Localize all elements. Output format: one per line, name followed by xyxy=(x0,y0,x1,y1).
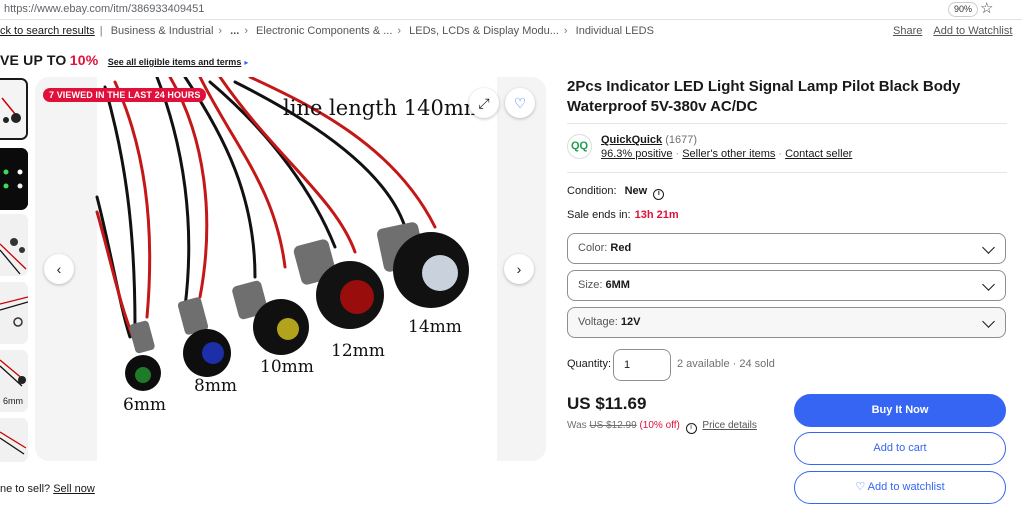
quantity-input[interactable]: 1 xyxy=(613,349,671,381)
voltage-select[interactable]: Voltage: 12V xyxy=(567,307,1006,338)
thumbnail-6[interactable] xyxy=(0,418,28,462)
chevron-left-icon[interactable]: ‹ xyxy=(44,254,74,284)
url-text[interactable]: https://www.ebay.com/itm/386933409451 xyxy=(4,3,204,15)
select-label: Size: xyxy=(578,279,603,291)
discount: (10% off) xyxy=(639,420,680,431)
select-label: Voltage: xyxy=(578,316,618,328)
chevron-down-icon xyxy=(982,278,995,291)
chevron-right-icon: › xyxy=(244,25,248,37)
product-title: 2Pcs Indicator LED Light Signal Lamp Pil… xyxy=(567,78,961,115)
heart-icon[interactable]: ♡ xyxy=(505,88,535,118)
seller-info: QuickQuick (1677) xyxy=(601,134,697,146)
chevron-right-icon: › xyxy=(397,25,402,37)
condition-label: Condition: xyxy=(567,185,617,197)
condition-row: Condition: New i xyxy=(567,185,665,200)
was-price-row: Was US $12.99 (10% off) i Price details xyxy=(567,420,757,434)
sold-count: 24 sold xyxy=(739,358,775,370)
size-select[interactable]: Size: 6MM xyxy=(567,270,1006,301)
breadcrumb-item[interactable]: Individual LEDS xyxy=(576,25,654,37)
seller-name-link[interactable]: QuickQuick xyxy=(601,134,662,146)
sale-label: Sale ends in: xyxy=(567,209,631,221)
breadcrumb-item[interactable]: Business & Industrial xyxy=(111,25,214,37)
sell-now-link[interactable]: Sell now xyxy=(53,483,95,495)
divider xyxy=(567,123,1007,124)
star-icon[interactable]: ☆ xyxy=(980,0,993,18)
breadcrumb-ellipsis[interactable]: ... xyxy=(230,25,239,37)
size-label-10mm: 10mm xyxy=(260,357,314,377)
thumbnail-5[interactable]: 6mm xyxy=(0,350,28,412)
voltage-select-label: Voltage: 12V xyxy=(578,316,640,328)
color-select-label: Color: Red xyxy=(578,242,631,254)
chevron-down-icon xyxy=(982,315,995,328)
zoom-badge[interactable]: 90% xyxy=(948,2,979,17)
thumbnail-3[interactable] xyxy=(0,214,28,276)
seller-positive-link[interactable]: 96.3% positive xyxy=(601,148,673,160)
was-label: Was xyxy=(567,420,587,431)
sell-prompt-text: ne to sell? xyxy=(0,483,51,495)
breadcrumb-item[interactable]: Electronic Components & ... xyxy=(256,25,392,37)
promo-terms-link[interactable]: See all eligible items and terms xyxy=(108,57,242,67)
size-label-6mm: 6mm xyxy=(123,395,167,415)
seller-other-items-link[interactable]: Seller's other items xyxy=(682,148,775,160)
availability-text: 2 available · 24 sold xyxy=(677,358,775,370)
add-to-watchlist-link[interactable]: Add to Watchlist xyxy=(933,25,1012,37)
info-icon[interactable]: i xyxy=(685,423,697,434)
chevron-right-icon: › xyxy=(563,25,568,37)
chevron-right-icon: › xyxy=(218,25,223,37)
viewed-badge: 7 VIEWED IN THE LAST 24 HOURS xyxy=(43,88,207,102)
size-label-8mm: 8mm xyxy=(194,376,238,396)
chevron-down-icon xyxy=(982,241,995,254)
product-photo xyxy=(95,77,497,461)
thumbnail-label: 6mm xyxy=(3,396,23,406)
divider xyxy=(567,172,1007,173)
quantity-label: Quantity: xyxy=(567,358,612,370)
sale-time: 13h 21m xyxy=(634,209,679,221)
select-value: Red xyxy=(610,242,632,254)
select-label: Color: xyxy=(578,242,608,254)
price: US $11.69 xyxy=(567,394,647,413)
photo-caption: line length 140mm xyxy=(283,96,484,120)
seller-logo[interactable]: QQ xyxy=(567,134,592,159)
was-price: US $12.99 xyxy=(589,420,637,431)
thumbnail-4[interactable] xyxy=(0,282,28,344)
size-label-12mm: 12mm xyxy=(331,341,385,361)
promo-banner: VE UP TO 10% See all eligible items and … xyxy=(0,52,248,68)
sale-row: Sale ends in: 13h 21m xyxy=(567,209,679,221)
contact-seller-link[interactable]: Contact seller xyxy=(785,148,852,160)
separator-dot: · xyxy=(778,148,783,160)
price-details-link[interactable]: Price details xyxy=(702,420,756,431)
add-to-watchlist-button[interactable]: ♡ Add to watchlist xyxy=(794,471,1006,504)
share-link[interactable]: Share xyxy=(893,25,922,37)
expand-icon[interactable]: ⤢ xyxy=(469,88,499,118)
info-icon[interactable]: i xyxy=(653,189,665,200)
buy-it-now-button[interactable]: Buy It Now xyxy=(794,394,1006,427)
add-to-watchlist-label: Add to watchlist xyxy=(867,481,945,493)
heart-icon: ♡ xyxy=(855,481,866,493)
promo-text: VE UP TO xyxy=(0,52,67,68)
thumbnail-2[interactable] xyxy=(0,148,28,210)
color-select[interactable]: Color: Red xyxy=(567,233,1006,264)
size-select-label: Size: 6MM xyxy=(578,279,630,291)
condition-value: New xyxy=(624,185,648,197)
back-to-search-link[interactable]: ck to search results xyxy=(0,25,95,37)
sell-prompt: ne to sell? Sell now xyxy=(0,483,95,495)
size-label-14mm: 14mm xyxy=(408,317,462,337)
seller-links: 96.3% positive · Seller's other items · Cont… xyxy=(601,148,852,160)
browser-url-bar[interactable]: https://www.ebay.com/itm/386933409451 90… xyxy=(0,0,1022,20)
breadcrumb-separator: | xyxy=(99,25,103,37)
caret-right-icon: ▸ xyxy=(244,58,249,67)
top-links: Share Add to Watchlist xyxy=(893,25,1022,37)
seller-feedback-count: (1677) xyxy=(665,134,697,146)
breadcrumb-item[interactable]: LEDs, LCDs & Display Modu... xyxy=(409,25,559,37)
available-count: 2 available xyxy=(677,358,730,370)
add-to-cart-button[interactable]: Add to cart xyxy=(794,432,1006,465)
promo-percent: 10% xyxy=(69,52,99,68)
select-value: 6MM xyxy=(605,279,630,291)
chevron-right-icon[interactable]: › xyxy=(504,254,534,284)
select-value: 12V xyxy=(620,316,641,328)
separator-dot: · xyxy=(675,148,680,160)
thumbnail-1[interactable] xyxy=(0,78,28,140)
breadcrumb: ck to search results | Business & Industr… xyxy=(0,25,654,39)
main-image-gallery[interactable]: line length 140mm 6mm 8mm 10mm 12mm 14mm… xyxy=(35,77,546,461)
